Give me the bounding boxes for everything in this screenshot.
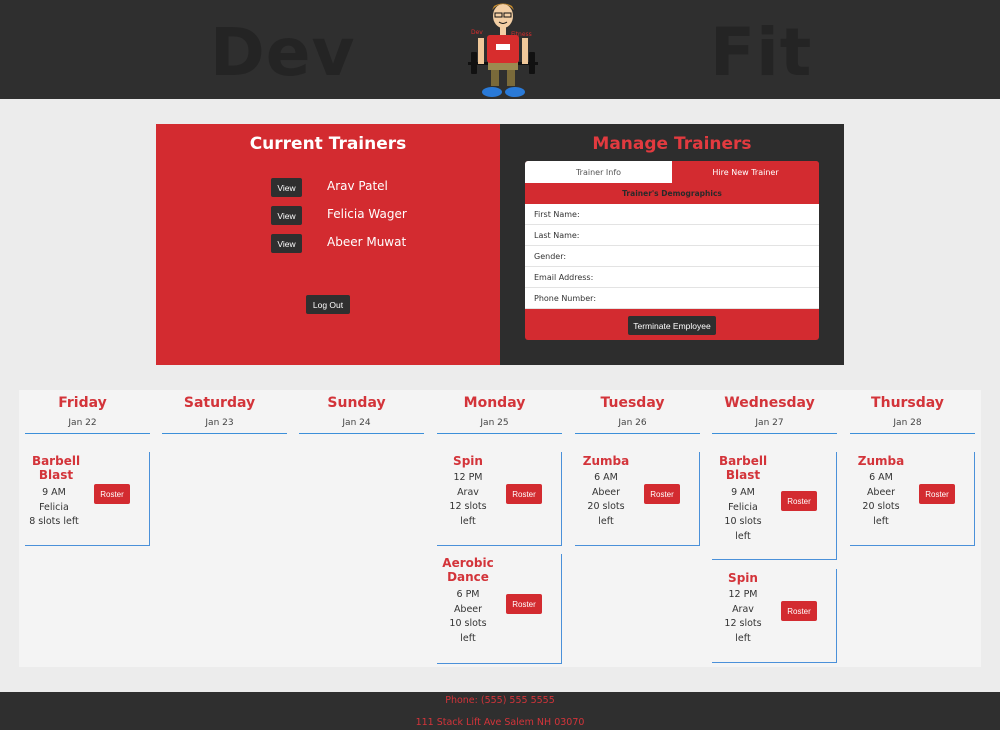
day-column-tuesday: Tuesday Jan 26 Zumba 6 AM Abeer 20 slots… bbox=[569, 390, 700, 667]
roster-button[interactable]: Roster bbox=[781, 601, 817, 621]
tab-hire-new-trainer[interactable]: Hire New Trainer bbox=[672, 161, 819, 183]
day-name: Thursday bbox=[871, 395, 944, 411]
day-name: Tuesday bbox=[600, 395, 665, 411]
class-name: Zumba bbox=[582, 454, 630, 468]
day-column-wednesday: Wednesday Jan 27 Barbell Blast 9 AM Feli… bbox=[706, 390, 837, 667]
gender-field[interactable]: Gender: bbox=[525, 246, 819, 267]
roster-button[interactable]: Roster bbox=[94, 484, 130, 504]
class-name: Spin bbox=[728, 571, 758, 585]
day-date: Jan 25 bbox=[480, 418, 509, 428]
day-date: Jan 22 bbox=[68, 418, 97, 428]
class-info: 6 AM Abeer 20 slots left bbox=[587, 472, 625, 528]
day-name: Wednesday bbox=[724, 395, 815, 411]
roster-button[interactable]: Roster bbox=[644, 484, 680, 504]
trainer-name: Abeer Muwat bbox=[327, 235, 407, 249]
email-address-field[interactable]: Email Address: bbox=[525, 267, 819, 288]
trainer-name: Felicia Wager bbox=[327, 207, 407, 221]
view-trainer-button[interactable]: View bbox=[271, 178, 302, 197]
demographics-heading: Trainer's Demographics bbox=[622, 189, 722, 198]
class-name: Zumba bbox=[857, 454, 905, 468]
day-date: Jan 28 bbox=[893, 418, 922, 428]
current-trainers-title: Current Trainers bbox=[249, 134, 407, 154]
fitness-mascot-logo[interactable]: Dev Fitness bbox=[465, 0, 541, 99]
roster-button[interactable]: Roster bbox=[506, 484, 542, 504]
manage-trainers-panel: Manage Trainers Trainer Info Hire New Tr… bbox=[500, 124, 844, 365]
class-card: Aerobic Dance 6 PM Abeer 10 slots left R… bbox=[437, 554, 562, 664]
logout-button[interactable]: Log Out bbox=[306, 295, 350, 314]
class-info: 9 AM Felicia 10 slots left bbox=[724, 487, 762, 543]
trainer-form-card: Trainer Info Hire New Trainer Trainer's … bbox=[525, 161, 819, 340]
class-info: 6 PM Abeer 10 slots left bbox=[449, 589, 487, 645]
class-card: Spin 12 PM Arav 12 slots left Roster bbox=[712, 569, 837, 663]
day-divider bbox=[25, 433, 150, 434]
day-date: Jan 24 bbox=[342, 418, 371, 428]
weekly-schedule: Friday Jan 22 Barbell Blast 9 AM Felicia… bbox=[19, 390, 981, 667]
day-date: Jan 26 bbox=[618, 418, 647, 428]
logo-text-left: Dev bbox=[471, 29, 483, 36]
brand-word-left: Dev bbox=[210, 14, 356, 91]
footer-phone: Phone: (555) 555 5555 bbox=[445, 695, 555, 706]
class-name: Barbell Blast bbox=[718, 454, 768, 482]
trainer-name: Arav Patel bbox=[327, 179, 388, 193]
trainer-row: View Abeer Muwat bbox=[271, 234, 491, 254]
day-divider bbox=[575, 433, 700, 434]
logo-text-right: Fitness bbox=[511, 31, 532, 38]
day-column-saturday: Saturday Jan 23 bbox=[156, 390, 287, 667]
day-divider bbox=[850, 433, 975, 434]
first-name-field[interactable]: First Name: bbox=[525, 204, 819, 225]
day-column-monday: Monday Jan 25 Spin 12 PM Arav 12 slots l… bbox=[431, 390, 562, 667]
class-card: Barbell Blast 9 AM Felicia 8 slots left … bbox=[25, 452, 150, 546]
last-name-field[interactable]: Last Name: bbox=[525, 225, 819, 246]
day-name: Saturday bbox=[183, 395, 256, 411]
day-name: Friday bbox=[58, 395, 107, 411]
class-name: Barbell Blast bbox=[31, 454, 81, 482]
tab-trainer-info[interactable]: Trainer Info bbox=[525, 161, 672, 183]
class-info: 9 AM Felicia 8 slots left bbox=[29, 487, 79, 528]
manage-trainers-title: Manage Trainers bbox=[592, 134, 752, 154]
day-divider bbox=[712, 433, 837, 434]
class-card: Zumba 6 AM Abeer 20 slots left Roster bbox=[850, 452, 975, 546]
terminate-employee-button[interactable]: Terminate Employee bbox=[628, 316, 716, 335]
trainer-row: View Arav Patel bbox=[271, 178, 491, 198]
current-trainers-panel: Current Trainers View Arav Patel View Fe… bbox=[156, 124, 500, 365]
day-date: Jan 23 bbox=[205, 418, 234, 428]
class-name: Spin bbox=[453, 454, 483, 468]
class-card: Zumba 6 AM Abeer 20 slots left Roster bbox=[575, 452, 700, 546]
day-column-friday: Friday Jan 22 Barbell Blast 9 AM Felicia… bbox=[19, 390, 150, 667]
phone-number-field[interactable]: Phone Number: bbox=[525, 288, 819, 309]
view-trainer-button[interactable]: View bbox=[271, 206, 302, 225]
day-name: Monday bbox=[463, 395, 526, 411]
day-date: Jan 27 bbox=[755, 418, 784, 428]
day-column-thursday: Thursday Jan 28 Zumba 6 AM Abeer 20 slot… bbox=[844, 390, 975, 667]
roster-button[interactable]: Roster bbox=[781, 491, 817, 511]
class-card: Spin 12 PM Arav 12 slots left Roster bbox=[437, 452, 562, 546]
view-trainer-button[interactable]: View bbox=[271, 234, 302, 253]
day-name: Sunday bbox=[327, 395, 386, 411]
site-footer: Phone: (555) 555 5555 111 Stack Lift Ave… bbox=[0, 692, 1000, 730]
class-name: Aerobic Dance bbox=[442, 556, 494, 584]
day-divider bbox=[437, 433, 562, 434]
class-card: Barbell Blast 9 AM Felicia 10 slots left… bbox=[712, 452, 837, 560]
trainer-row: View Felicia Wager bbox=[271, 206, 491, 226]
roster-button[interactable]: Roster bbox=[919, 484, 955, 504]
day-divider bbox=[299, 433, 424, 434]
roster-button[interactable]: Roster bbox=[506, 594, 542, 614]
site-header: Dev Dev Fitness Fit bbox=[0, 0, 1000, 99]
class-info: 12 PM Arav 12 slots left bbox=[724, 589, 762, 645]
class-info: 12 PM Arav 12 slots left bbox=[449, 472, 487, 528]
footer-address: 111 Stack Lift Ave Salem NH 03070 bbox=[415, 717, 585, 728]
day-column-sunday: Sunday Jan 24 bbox=[293, 390, 424, 667]
trainer-tabs: Trainer Info Hire New Trainer bbox=[525, 161, 819, 183]
class-info: 6 AM Abeer 20 slots left bbox=[862, 472, 900, 528]
brand-word-right: Fit bbox=[710, 14, 813, 91]
day-divider bbox=[162, 433, 287, 434]
